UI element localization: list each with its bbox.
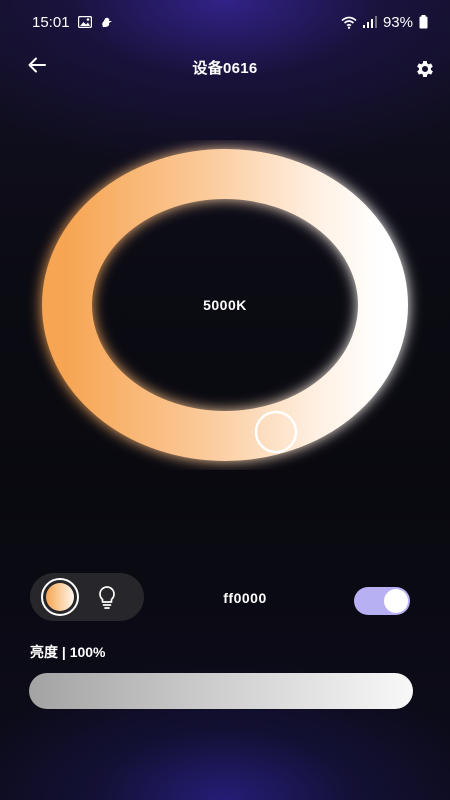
warm-color-swatch — [46, 583, 74, 611]
gear-icon — [417, 61, 433, 77]
page-title: 设备0616 — [192, 60, 258, 77]
brightness-slider[interactable] — [29, 673, 413, 709]
warm-color-mode-button[interactable] — [41, 578, 79, 616]
color-temperature-value: 5000K — [203, 297, 247, 313]
bird-icon — [100, 16, 113, 29]
app-header: 设备0616 — [0, 44, 450, 90]
image-icon — [77, 16, 92, 28]
status-bar: 15:01 93% — [0, 0, 450, 44]
toggle-knob — [384, 589, 408, 613]
battery-icon — [419, 15, 428, 29]
color-hex-value: ff0000 — [223, 590, 267, 606]
wifi-icon — [341, 16, 357, 29]
lightbulb-icon — [99, 586, 115, 609]
status-left: 15:01 — [32, 14, 113, 31]
brightness-slider-fill — [29, 673, 413, 709]
power-toggle[interactable] — [354, 587, 410, 615]
signal-icon — [362, 16, 377, 28]
mode-selector — [30, 573, 144, 621]
bulb-mode-button[interactable] — [92, 582, 122, 612]
status-time: 15:01 — [32, 13, 70, 31]
brightness-label: 亮度 | 100% — [30, 644, 106, 660]
battery-percent: 93% — [382, 13, 413, 31]
settings-button[interactable] — [410, 54, 440, 84]
status-right: 93% — [341, 14, 428, 31]
